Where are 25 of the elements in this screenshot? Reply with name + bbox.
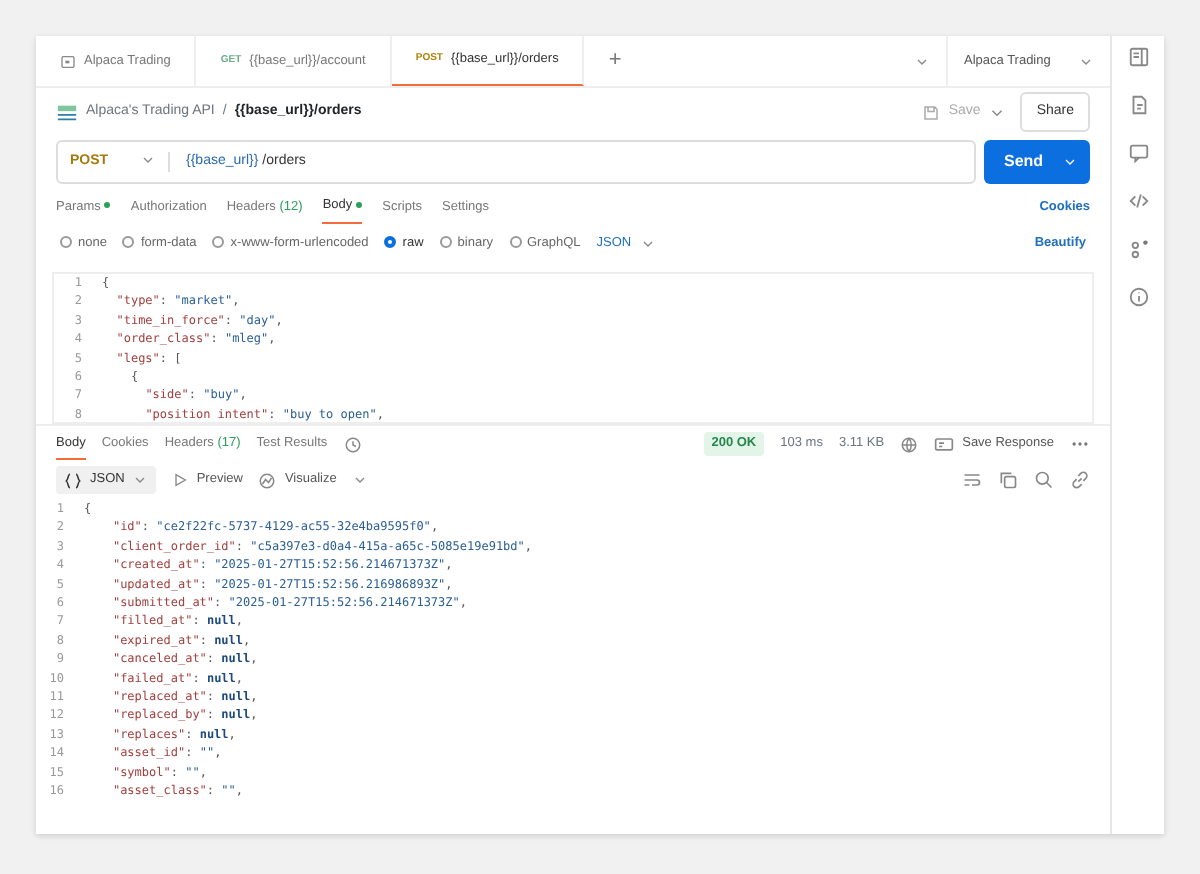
globe-icon[interactable] <box>900 435 919 453</box>
history-icon[interactable] <box>343 435 362 453</box>
copy-icon[interactable] <box>998 470 1018 490</box>
layout-icon[interactable] <box>1127 46 1149 68</box>
code-icon[interactable] <box>1127 190 1149 212</box>
wrap-lines-icon[interactable] <box>962 470 982 490</box>
caret-icon <box>639 236 656 252</box>
send-options-icon[interactable] <box>1062 154 1078 170</box>
api-collection-icon <box>56 101 78 123</box>
workspace-icon <box>60 53 76 69</box>
comment-icon[interactable] <box>1127 142 1149 164</box>
info-icon[interactable] <box>1127 286 1149 308</box>
send-button[interactable]: Send <box>984 140 1090 184</box>
visualize-options-icon[interactable] <box>352 472 369 488</box>
document-icon[interactable] <box>1127 94 1149 116</box>
play-icon <box>172 472 189 488</box>
new-tab-button[interactable]: + <box>584 36 646 86</box>
link-icon[interactable] <box>1070 470 1090 490</box>
connection-icon[interactable] <box>1127 238 1149 260</box>
save-response-icon <box>934 434 955 454</box>
caret-icon <box>132 472 149 488</box>
braces-icon <box>64 471 82 489</box>
visualize-icon <box>258 471 277 489</box>
search-icon[interactable] <box>1034 470 1054 490</box>
save-icon <box>922 103 941 121</box>
